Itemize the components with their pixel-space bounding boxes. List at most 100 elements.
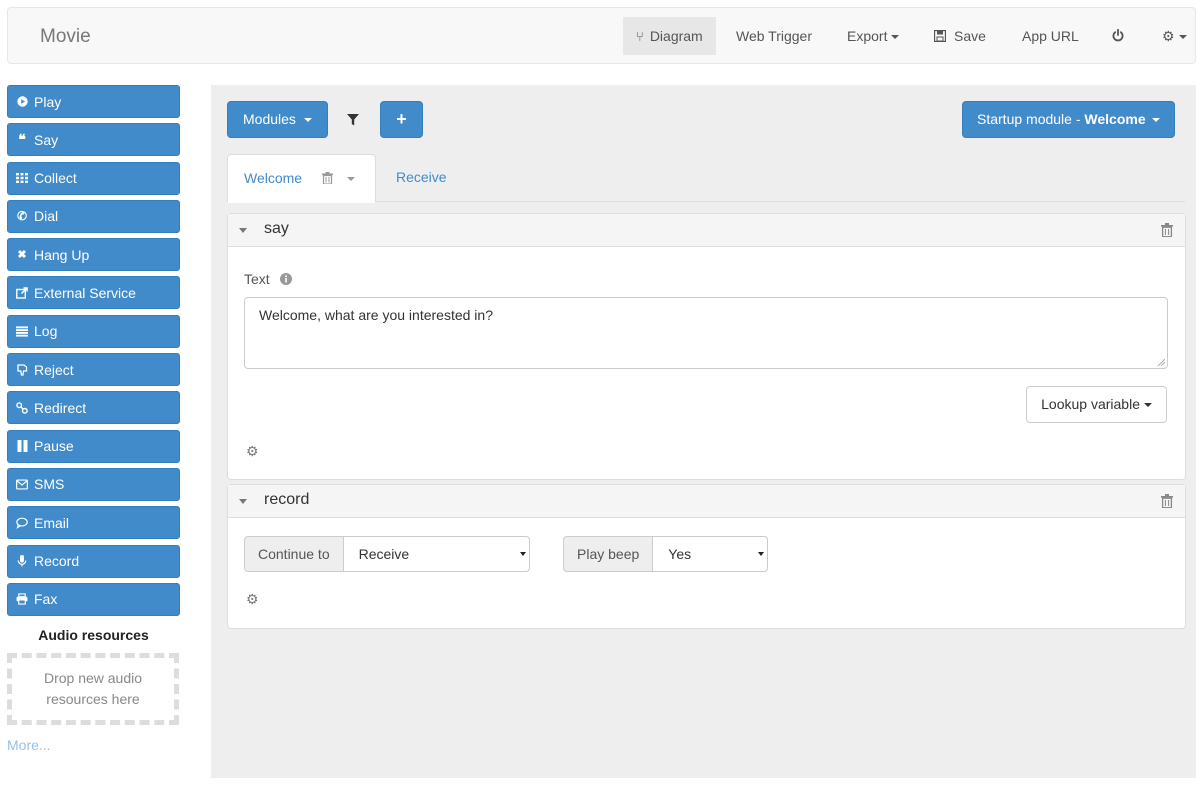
sidebar-button-label: Play	[34, 93, 62, 110]
nav-export[interactable]: Export	[834, 17, 912, 55]
sidebar-button-collect[interactable]: Collect	[7, 161, 180, 195]
sidebar-button-label: Say	[34, 131, 59, 148]
gear-icon: ⚙	[246, 443, 259, 459]
say-settings-button[interactable]: ⚙	[246, 443, 259, 460]
sidebar-button-label: Log	[34, 323, 58, 340]
nav-app-url[interactable]: App URL	[1009, 17, 1092, 55]
play-beep-value: Yes	[668, 546, 692, 562]
say-panel-header[interactable]: say	[228, 214, 1185, 247]
modules-button-label: Modules	[243, 111, 296, 127]
sidebar-button-label: Pause	[34, 438, 74, 455]
sidebar-button-label: Redirect	[34, 399, 87, 416]
nav-web-trigger-label: Web Trigger	[736, 28, 812, 44]
dropzone-text: Drop new audio resources here	[43, 669, 143, 707]
text-label: Text	[244, 271, 270, 287]
collapse-icon[interactable]	[239, 228, 247, 233]
tab-receive[interactable]: Receive	[380, 154, 463, 202]
chevron-down-icon[interactable]	[346, 177, 355, 182]
chevron-down-icon	[303, 118, 312, 123]
startup-prefix: Startup module -	[977, 111, 1085, 127]
sidebar-button-email[interactable]: Email	[7, 506, 180, 540]
add-module-button[interactable]: +	[380, 101, 423, 138]
lookup-variable-button[interactable]: Lookup variable	[1026, 386, 1167, 423]
nav-save[interactable]: Save	[921, 17, 999, 55]
sidebar-button-label: Dial	[34, 208, 59, 225]
play-beep-label: Play beep	[563, 536, 653, 572]
audio-dropzone[interactable]: Drop new audio resources here	[7, 652, 179, 725]
chevron-down-icon	[1144, 403, 1152, 408]
pause-icon	[16, 440, 28, 453]
nav-app-url-label: App URL	[1022, 28, 1079, 44]
sidebar-button-redirect[interactable]: Redirect	[7, 391, 180, 425]
record-panel-title: record	[264, 491, 310, 508]
continue-to-value: Receive	[358, 546, 410, 562]
sidebar-button-dial[interactable]: ✆ Dial	[7, 199, 180, 233]
sidebar-button-play[interactable]: Play	[7, 85, 180, 118]
resize-handle-icon[interactable]	[1157, 358, 1165, 366]
navbar: Movie ⑂ Diagram Web Trigger Export Save A…	[7, 7, 1196, 64]
chevron-down-icon	[1178, 35, 1187, 40]
modules-button[interactable]: Modules	[227, 101, 328, 138]
sidebar-button-sms[interactable]: SMS	[7, 467, 180, 501]
sidebar-button-label: External Service	[34, 284, 136, 301]
trash-icon[interactable]	[1161, 494, 1173, 508]
trash-icon[interactable]	[321, 172, 333, 185]
envelope-icon	[16, 478, 28, 490]
sidebar-button-label: Fax	[34, 591, 58, 608]
redirect-icon	[16, 402, 28, 414]
microphone-icon	[16, 555, 28, 567]
collapse-icon[interactable]	[239, 499, 247, 504]
external-link-icon	[16, 287, 28, 299]
thumbs-down-icon	[16, 363, 28, 376]
nav-diagram-label: Diagram	[649, 28, 703, 44]
sidebar-button-record[interactable]: Record	[7, 544, 180, 578]
sidebar-button-label: Record	[34, 553, 80, 570]
startup-module-button[interactable]: Startup module - Welcome	[962, 101, 1175, 138]
chevron-down-icon	[519, 552, 526, 556]
tab-receive-label: Receive	[396, 169, 447, 185]
sidebar-button-label: Collect	[34, 170, 77, 187]
filter-icon	[347, 114, 359, 126]
gear-icon: ⚙	[1162, 28, 1175, 44]
continue-to-select[interactable]: Receive	[342, 536, 530, 572]
nav-export-label: Export	[847, 28, 888, 44]
say-text-value: Welcome, what are you interested in?	[259, 307, 493, 323]
more-link[interactable]: More...	[7, 737, 180, 753]
tab-welcome[interactable]: Welcome	[227, 154, 376, 203]
audio-resources-title: Audio resources	[38, 626, 149, 643]
sidebar: Play ❝ Say Collect ✆ Dial ✖ Hang Up Exte…	[7, 85, 180, 753]
sidebar-button-label: Email	[34, 514, 70, 531]
app-title[interactable]: Movie	[40, 26, 91, 48]
info-icon[interactable]	[279, 273, 292, 285]
continue-to-label: Continue to	[244, 536, 343, 572]
phone-icon: ✆	[16, 209, 28, 224]
sidebar-button-external-service[interactable]: External Service	[7, 276, 180, 310]
power-icon	[1112, 28, 1124, 42]
sidebar-button-pause[interactable]: Pause	[7, 429, 180, 463]
trash-icon[interactable]	[1161, 223, 1173, 237]
record-settings-button[interactable]: ⚙	[246, 591, 259, 608]
sidebar-button-fax[interactable]: Fax	[7, 582, 180, 616]
save-icon	[933, 29, 947, 43]
module-tabs: Welcome Receive	[227, 154, 1185, 203]
sidebar-button-log[interactable]: Log	[7, 314, 180, 348]
play-beep-select[interactable]: Yes	[652, 536, 769, 572]
sidebar-button-say[interactable]: ❝ Say	[7, 123, 180, 157]
filter-button[interactable]	[347, 113, 359, 126]
record-panel: record Continue to Receive Play beep Yes…	[227, 484, 1186, 629]
plus-icon: +	[396, 109, 407, 129]
sidebar-button-hang-up[interactable]: ✖ Hang Up	[7, 238, 180, 272]
comment-icon	[16, 517, 28, 529]
record-panel-header[interactable]: record	[228, 485, 1185, 518]
sidebar-button-reject[interactable]: Reject	[7, 353, 180, 387]
nav-web-trigger[interactable]: Web Trigger	[723, 17, 825, 55]
sidebar-button-label: SMS	[34, 476, 65, 493]
nav-diagram[interactable]: ⑂ Diagram	[623, 17, 716, 55]
tab-welcome-label: Welcome	[244, 170, 303, 186]
main-area: Modules + Startup module - Welcome Welco…	[211, 85, 1196, 778]
chevron-down-icon	[758, 552, 765, 556]
nav-power[interactable]	[1099, 17, 1137, 55]
say-text-input[interactable]: Welcome, what are you interested in?	[244, 297, 1168, 369]
nav-settings[interactable]: ⚙	[1149, 17, 1196, 55]
print-icon	[16, 593, 28, 605]
